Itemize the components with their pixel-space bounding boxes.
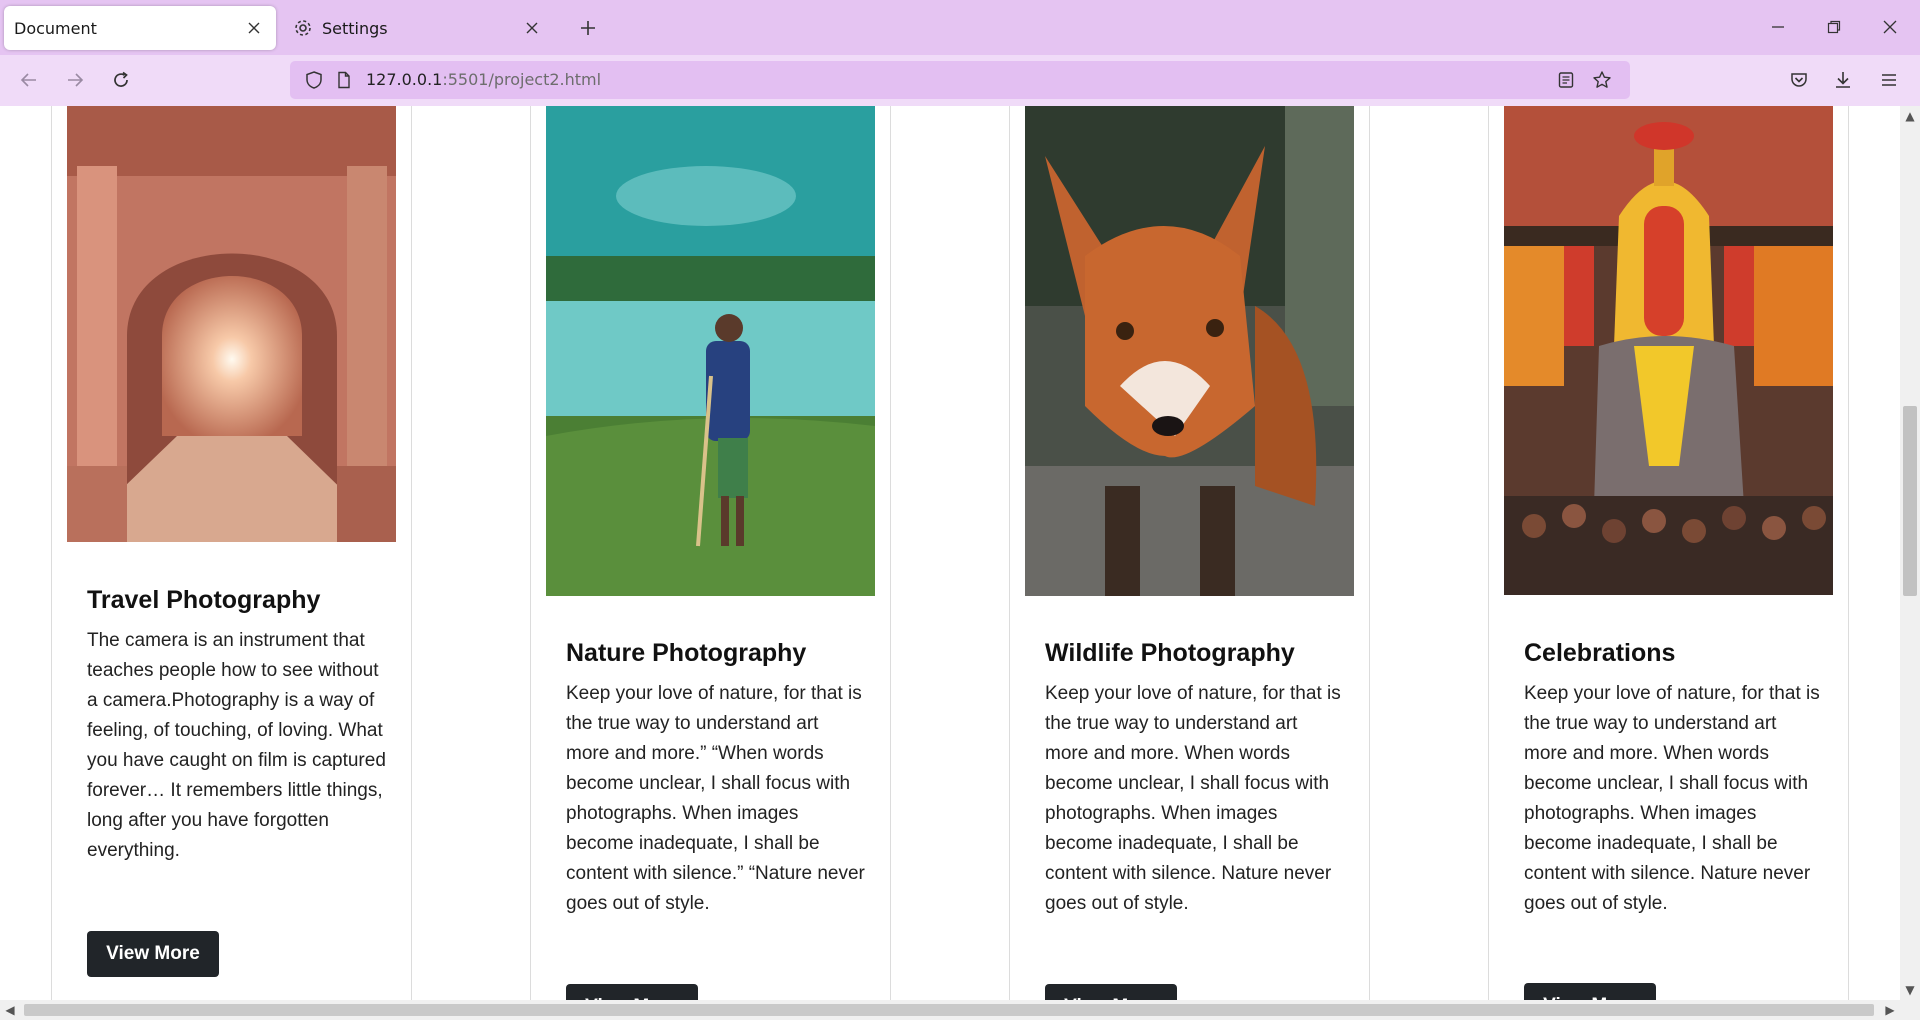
forward-arrow-icon[interactable] <box>58 63 92 97</box>
card-text: Keep your love of nature, for that is th… <box>1045 683 1341 914</box>
view-more-button[interactable]: View More <box>566 984 698 1000</box>
url-path: :5501/project2.html <box>442 70 602 89</box>
vertical-scrollbar[interactable]: ▲ ▼ <box>1900 106 1920 1000</box>
tab-title: Settings <box>322 18 388 38</box>
vertical-scroll-thumb[interactable] <box>1903 406 1917 596</box>
card-title: Travel Photography <box>87 586 321 614</box>
close-tab-icon[interactable] <box>242 16 266 40</box>
card-text: Keep your love of nature, for that is th… <box>1524 683 1820 914</box>
scroll-up-icon[interactable]: ▲ <box>1900 106 1920 126</box>
fox-photo <box>1025 106 1354 596</box>
farmer-by-lake-photo <box>546 106 875 596</box>
reader-view-icon[interactable] <box>1552 66 1580 94</box>
menu-icon[interactable] <box>1872 63 1906 97</box>
page-viewport: Travel Photography The camera is an inst… <box>0 106 1900 1000</box>
scroll-right-icon[interactable]: ▶ <box>1880 1000 1900 1020</box>
card-travel-photography: Travel Photography The camera is an inst… <box>51 106 412 1000</box>
horizontal-scrollbar[interactable]: ◀ ▶ <box>0 1000 1920 1020</box>
view-more-button[interactable]: View More <box>1045 984 1177 1000</box>
view-more-button[interactable]: View More <box>1524 983 1656 1000</box>
tab-title: Document <box>14 18 97 38</box>
tab-strip: Document Settings <box>0 0 1920 55</box>
card-text: The camera is an instrument that teaches… <box>87 630 386 861</box>
scroll-left-icon[interactable]: ◀ <box>0 1000 20 1020</box>
card-wildlife-photography: Wildlife Photography Keep your love of n… <box>1009 106 1370 1000</box>
card-title: Wildlife Photography <box>1045 639 1295 667</box>
archway-photo <box>67 106 396 542</box>
card-celebrations: Celebrations Keep your love of nature, f… <box>1488 106 1849 1000</box>
bookmark-star-icon[interactable] <box>1588 66 1616 94</box>
view-more-button[interactable]: View More <box>87 931 219 977</box>
new-tab-icon[interactable] <box>574 14 602 42</box>
restore-icon[interactable] <box>1816 10 1852 44</box>
close-window-icon[interactable] <box>1872 10 1908 44</box>
navigation-toolbar: 127.0.0.1:5501/project2.html <box>0 55 1920 106</box>
page-icon[interactable] <box>330 66 358 94</box>
pocket-icon[interactable] <box>1782 63 1816 97</box>
url-host: 127.0.0.1 <box>366 70 443 89</box>
scroll-down-icon[interactable]: ▼ <box>1900 980 1920 1000</box>
address-bar[interactable]: 127.0.0.1:5501/project2.html <box>290 61 1630 99</box>
shield-icon[interactable] <box>300 66 328 94</box>
back-arrow-icon[interactable] <box>12 63 46 97</box>
card-title: Celebrations <box>1524 639 1676 667</box>
reload-icon[interactable] <box>104 63 138 97</box>
horizontal-scroll-thumb[interactable] <box>24 1004 1874 1016</box>
download-icon[interactable] <box>1826 63 1860 97</box>
url-text[interactable]: 127.0.0.1:5501/project2.html <box>366 70 601 89</box>
gear-icon <box>292 17 314 39</box>
tab-document[interactable]: Document <box>4 6 276 50</box>
festival-elephant-photo <box>1504 106 1833 595</box>
card-text: Keep your love of nature, for that is th… <box>566 683 865 914</box>
card-nature-photography: Nature Photography Keep your love of nat… <box>530 106 891 1000</box>
minimize-icon[interactable] <box>1760 10 1796 44</box>
tab-settings[interactable]: Settings <box>282 6 554 50</box>
card-title: Nature Photography <box>566 639 807 667</box>
close-tab-icon[interactable] <box>520 16 544 40</box>
